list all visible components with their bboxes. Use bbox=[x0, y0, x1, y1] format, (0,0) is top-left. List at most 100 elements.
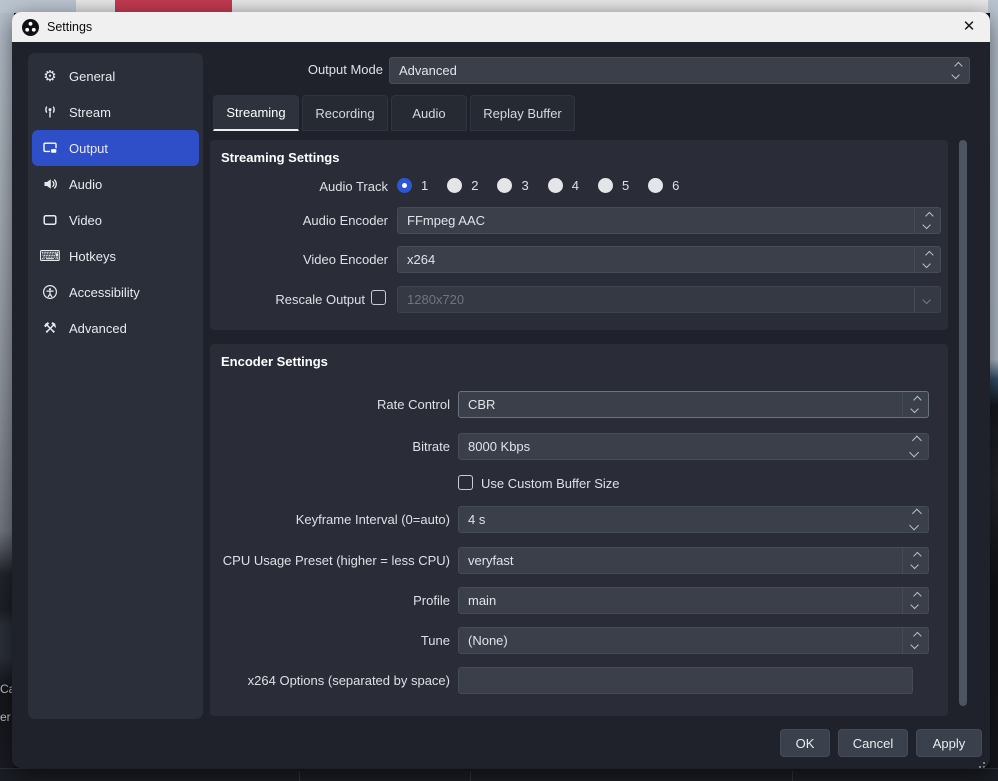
sidebar-item-label: Stream bbox=[69, 105, 111, 120]
x264-options-input[interactable] bbox=[458, 667, 913, 694]
radio-label: 1 bbox=[421, 178, 428, 193]
tab-streaming[interactable]: Streaming bbox=[213, 95, 299, 131]
radio-track-5[interactable] bbox=[598, 178, 613, 193]
streaming-settings-group: Streaming Settings Audio Track 1 2 3 4 5… bbox=[210, 140, 948, 330]
tab-label: Replay Buffer bbox=[483, 106, 562, 121]
tab-recording[interactable]: Recording bbox=[302, 95, 388, 131]
sidebar-item-label: Output bbox=[69, 141, 108, 156]
sidebar-item-label: Audio bbox=[69, 177, 102, 192]
button-label: Apply bbox=[933, 736, 966, 751]
cpu-preset-select[interactable]: veryfast bbox=[458, 547, 929, 574]
rescale-resolution-combo[interactable]: 1280x720 bbox=[397, 286, 941, 313]
speaker-icon bbox=[40, 176, 60, 192]
profile-value: main bbox=[468, 593, 496, 608]
encoder-settings-group: Encoder Settings Rate Control CBR Bitrat… bbox=[210, 344, 948, 716]
cancel-button[interactable]: Cancel bbox=[838, 729, 908, 757]
desktop-background-right bbox=[990, 0, 998, 781]
sidebar-item-label: Advanced bbox=[69, 321, 127, 336]
button-label: OK bbox=[796, 736, 815, 751]
scrollbar-thumb[interactable] bbox=[959, 140, 967, 706]
cpu-preset-value: veryfast bbox=[468, 553, 514, 568]
sidebar-item-output[interactable]: Output bbox=[32, 130, 199, 166]
spinner-down-icon bbox=[910, 405, 918, 413]
spinner-down-icon bbox=[951, 71, 959, 79]
desktop-background-bottom bbox=[0, 768, 998, 781]
tab-audio[interactable]: Audio bbox=[391, 95, 467, 131]
sidebar-item-video[interactable]: Video bbox=[32, 202, 199, 238]
tools-icon: ⚒ bbox=[40, 319, 60, 337]
sidebar-item-accessibility[interactable]: Accessibility bbox=[32, 274, 199, 310]
rate-control-label: Rate Control bbox=[210, 397, 450, 412]
vertical-scrollbar[interactable] bbox=[958, 140, 968, 724]
custom-buffer-label: Use Custom Buffer Size bbox=[481, 476, 781, 491]
settings-sidebar: ⚙ General Stream bbox=[28, 53, 203, 719]
audio-encoder-select[interactable]: FFmpeg AAC bbox=[397, 207, 941, 234]
audio-track-radios: 1 2 3 4 5 6 bbox=[397, 178, 689, 193]
radio-track-1[interactable] bbox=[397, 178, 412, 193]
close-icon[interactable]: ✕ bbox=[958, 16, 980, 38]
bitrate-value: 8000 Kbps bbox=[468, 439, 530, 454]
screen: Ca er Settings ✕ ⚙ General bbox=[0, 0, 998, 781]
spinner-down-icon bbox=[909, 521, 919, 531]
radio-track-2[interactable] bbox=[447, 178, 462, 193]
keyframe-interval-label: Keyframe Interval (0=auto) bbox=[210, 512, 450, 527]
keyframe-interval-spinbox[interactable]: 4 s bbox=[458, 506, 929, 533]
sidebar-item-advanced[interactable]: ⚒ Advanced bbox=[32, 310, 199, 346]
radio-label: 4 bbox=[572, 178, 579, 193]
settings-dialog: Settings ✕ ⚙ General Stream bbox=[12, 12, 990, 768]
window-title: Settings bbox=[47, 20, 92, 34]
ok-button[interactable]: OK bbox=[780, 729, 830, 757]
tab-label: Audio bbox=[412, 106, 445, 121]
rescale-output-checkbox[interactable] bbox=[371, 290, 386, 305]
sidebar-item-label: Accessibility bbox=[69, 285, 140, 300]
video-encoder-label: Video Encoder bbox=[210, 252, 388, 267]
tab-replay-buffer[interactable]: Replay Buffer bbox=[470, 95, 575, 131]
profile-label: Profile bbox=[210, 593, 450, 608]
radio-track-4[interactable] bbox=[548, 178, 563, 193]
rate-control-select[interactable]: CBR bbox=[458, 391, 929, 418]
sidebar-item-label: Hotkeys bbox=[69, 249, 116, 264]
spinner-down-icon bbox=[910, 641, 918, 649]
sidebar-item-general[interactable]: ⚙ General bbox=[32, 58, 199, 94]
x264-options-label: x264 Options (separated by space) bbox=[210, 673, 450, 688]
apply-button[interactable]: Apply bbox=[916, 729, 982, 757]
tune-value: (None) bbox=[468, 633, 508, 648]
spinner-down-icon bbox=[922, 221, 930, 229]
obs-logo-icon bbox=[22, 19, 39, 36]
resize-grip[interactable] bbox=[975, 762, 985, 768]
section-title: Streaming Settings bbox=[221, 150, 339, 165]
custom-buffer-checkbox[interactable] bbox=[458, 475, 473, 490]
spinner-up-icon bbox=[911, 436, 921, 446]
keyboard-icon: ⌨ bbox=[40, 247, 60, 265]
tab-label: Recording bbox=[315, 106, 374, 121]
background-text-fragment: er bbox=[0, 710, 11, 724]
radio-track-6[interactable] bbox=[648, 178, 663, 193]
radio-label: 3 bbox=[521, 178, 528, 193]
bitrate-label: Bitrate bbox=[210, 439, 450, 454]
keyframe-interval-value: 4 s bbox=[468, 512, 485, 527]
section-title: Encoder Settings bbox=[221, 354, 328, 369]
divider bbox=[299, 771, 300, 781]
tune-select[interactable]: (None) bbox=[458, 627, 929, 654]
sidebar-item-hotkeys[interactable]: ⌨ Hotkeys bbox=[32, 238, 199, 274]
rescale-output-label: Rescale Output bbox=[210, 292, 365, 307]
audio-encoder-label: Audio Encoder bbox=[210, 213, 388, 228]
tab-label: Streaming bbox=[226, 105, 285, 120]
output-icon bbox=[40, 140, 60, 156]
tune-label: Tune bbox=[210, 633, 450, 648]
profile-select[interactable]: main bbox=[458, 587, 929, 614]
sidebar-item-audio[interactable]: Audio bbox=[32, 166, 199, 202]
output-mode-label: Output Mode bbox=[183, 62, 383, 77]
bitrate-spinbox[interactable]: 8000 Kbps bbox=[458, 433, 929, 460]
rescale-resolution-value: 1280x720 bbox=[407, 292, 464, 307]
radio-label: 2 bbox=[471, 178, 478, 193]
divider bbox=[470, 771, 471, 781]
sidebar-item-label: General bbox=[69, 69, 115, 84]
output-mode-select[interactable]: Advanced bbox=[389, 57, 970, 84]
spinner-up-icon bbox=[911, 509, 921, 519]
sidebar-item-stream[interactable]: Stream bbox=[32, 94, 199, 130]
video-encoder-value: x264 bbox=[407, 252, 435, 267]
radio-track-3[interactable] bbox=[497, 178, 512, 193]
titlebar[interactable]: Settings ✕ bbox=[12, 12, 990, 42]
video-encoder-select[interactable]: x264 bbox=[397, 246, 941, 273]
